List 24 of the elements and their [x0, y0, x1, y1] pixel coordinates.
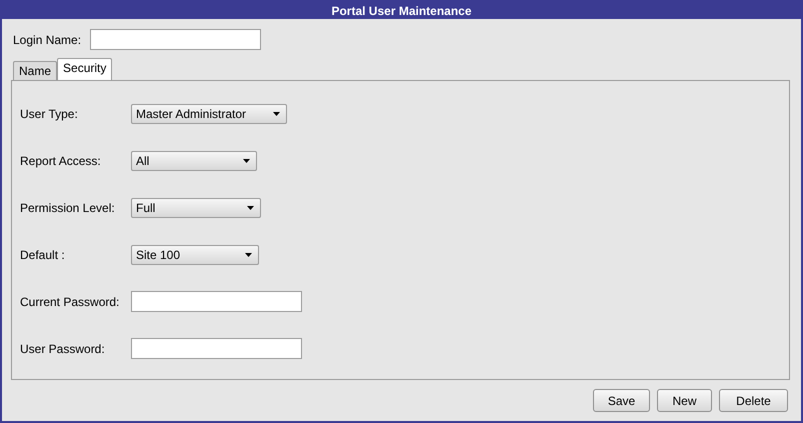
dropdown[interactable]: Full	[131, 198, 261, 218]
action-button[interactable]: Delete	[719, 389, 788, 412]
action-button[interactable]: New	[657, 389, 712, 412]
tab[interactable]: Security	[57, 58, 112, 80]
field-label: Default :	[20, 248, 66, 262]
caret-icon	[243, 158, 250, 162]
dropdown[interactable]: All	[131, 150, 257, 170]
tab[interactable]: Name	[13, 61, 58, 80]
password-field[interactable]	[131, 338, 302, 359]
field-label: Current Password:	[20, 294, 120, 308]
dropdown[interactable]: Master Administrator	[131, 104, 287, 124]
input-field[interactable]	[90, 29, 262, 50]
caret-icon	[245, 252, 252, 256]
field-label: Login Name:	[13, 32, 82, 46]
password-field[interactable]	[131, 291, 302, 312]
field-label: Permission Level:	[20, 200, 116, 214]
field-label: User Type:	[20, 106, 79, 120]
window-title: Portal User Maintenance	[2, 2, 801, 19]
field-label: Report Access:	[20, 154, 102, 168]
dropdown[interactable]: Site 100	[131, 244, 259, 264]
caret-icon	[247, 206, 254, 210]
action-button[interactable]: Save	[593, 389, 650, 412]
caret-icon	[273, 112, 280, 116]
field-label: User Password:	[20, 342, 106, 356]
